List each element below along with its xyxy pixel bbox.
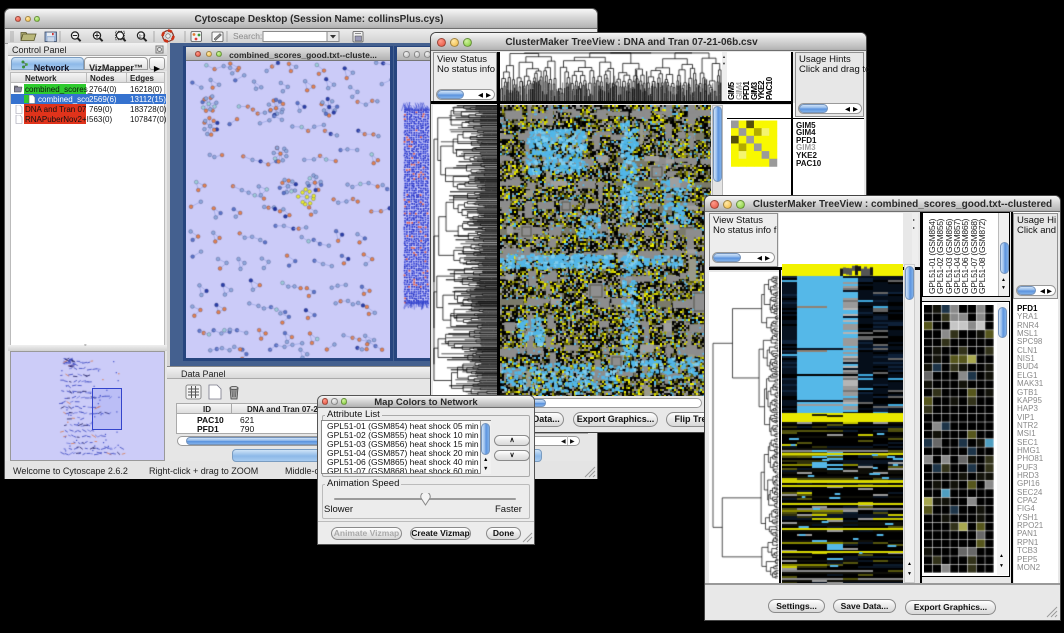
svg-text:1:1: 1:1 (139, 33, 146, 38)
svg-text:Search:: Search: (233, 31, 262, 41)
